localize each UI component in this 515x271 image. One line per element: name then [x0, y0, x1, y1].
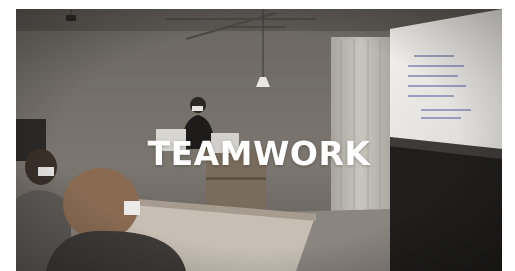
overlay-title: TEAMWORK: [147, 134, 371, 173]
video-frame: TEAMWORK: [16, 9, 502, 271]
